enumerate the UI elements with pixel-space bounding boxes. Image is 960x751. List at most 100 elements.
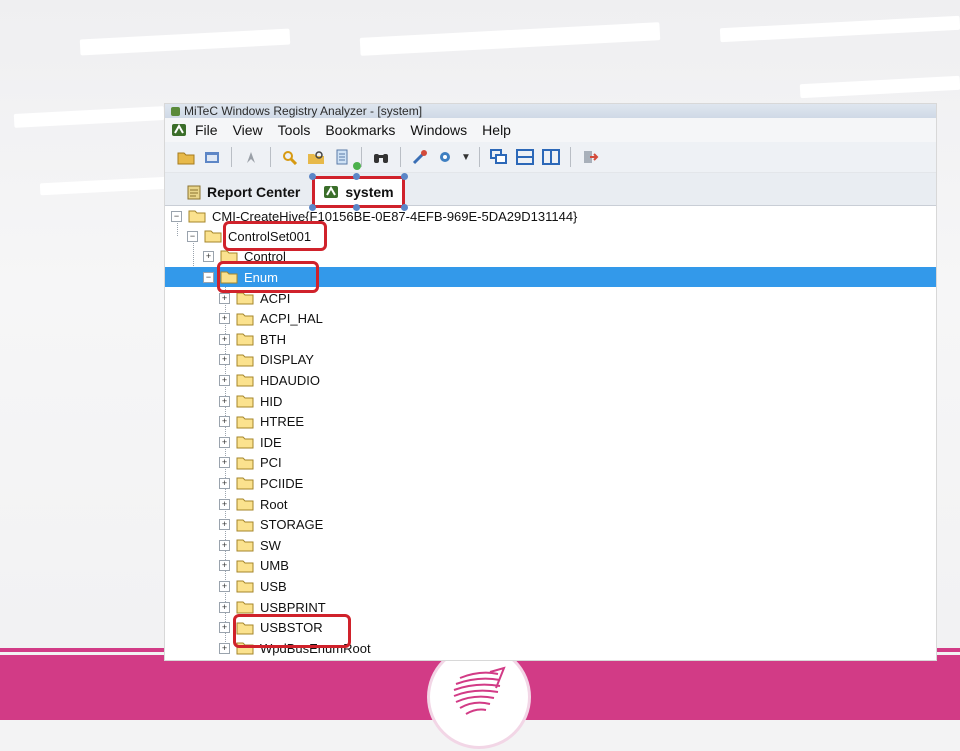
tree-node-enum-child[interactable]: + ACPI_HAL [219,309,323,329]
resize-handle [400,173,408,180]
tab-system[interactable]: system [309,162,408,211]
tree-node-enum-child[interactable]: + USBPRINT [219,597,326,617]
binoculars-icon[interactable] [370,146,392,168]
tile-vertical-icon[interactable] [540,146,562,168]
menu-bookmarks[interactable]: Bookmarks [325,122,395,138]
tree-node-enum-child[interactable]: + Root [219,494,287,514]
tree-node-enum-child[interactable]: + PCIIDE [219,473,303,493]
open-folder-icon[interactable] [175,146,197,168]
tree-node-label: DISPLAY [260,352,314,368]
document-icon[interactable] [331,146,353,168]
expand-icon[interactable]: + [219,601,230,613]
toolbar-separator [361,147,362,167]
expand-icon[interactable]: + [219,354,230,366]
expand-icon[interactable]: + [219,498,230,510]
tile-horizontal-icon[interactable] [514,146,536,168]
tree-node-enum-child[interactable]: + SW [219,535,281,555]
menu-tools[interactable]: Tools [278,122,311,138]
window-icon[interactable] [201,146,223,168]
tree-node-label: USBSTOR [260,620,323,636]
tree-node-enum-child[interactable]: + HID [219,391,282,411]
tree-node-controlset001[interactable]: − ControlSet001 [187,226,311,246]
folder-icon [236,622,254,635]
tree-node-enum-child[interactable]: + HTREE [219,412,304,432]
tree-node-enum-child[interactable]: + UMB [219,556,289,576]
search-icon[interactable] [279,146,301,168]
expand-icon[interactable]: + [219,477,230,489]
resize-handle [353,173,361,180]
collapse-icon[interactable]: − [171,210,182,222]
tree-node-enum-child[interactable]: + STORAGE [219,515,323,535]
tab-label: system [345,184,394,200]
tree-node-label: ACPI [260,290,291,306]
expand-icon[interactable]: + [219,313,230,325]
tree-node-enum-child[interactable]: + USBSTOR [219,618,323,638]
menu-file[interactable]: File [195,122,218,138]
find-folder-icon[interactable] [305,146,327,168]
expand-icon[interactable]: + [219,395,230,407]
expand-icon[interactable]: + [219,560,230,572]
menu-windows[interactable]: Windows [410,122,467,138]
tree-node-enum-child[interactable]: + BTH [219,329,286,349]
tree-node-label: CMI-CreateHive{F10156BE-0E87-4EFB-969E-5… [212,208,578,224]
tree-node-label: BTH [260,331,286,347]
folder-icon [236,436,254,449]
tree-node-enum-child[interactable]: + ACPI [219,288,290,308]
dropdown-arrow-icon[interactable]: ▼ [461,152,471,163]
app-icon [171,107,180,117]
expand-icon[interactable]: + [219,457,230,469]
folder-open-icon [220,271,238,284]
folder-icon [236,292,254,305]
tree-node-enum-child[interactable]: + USB [219,576,287,596]
toolbar-separator [478,147,480,167]
exit-icon[interactable] [579,146,601,168]
cascade-icon[interactable] [488,146,510,168]
expand-icon[interactable]: + [219,292,230,304]
expand-icon[interactable]: + [219,416,230,428]
tab-label: Report Center [207,184,301,200]
tree-node-enum-child[interactable]: + PCI [219,453,282,473]
tree-node-control[interactable]: + Control [203,246,286,266]
tab-report-center[interactable]: Report Center [179,179,308,205]
expand-icon[interactable]: + [219,519,230,531]
folder-icon [236,642,254,655]
tree-node-label: Enum [244,269,278,285]
menu-help[interactable]: Help [482,122,511,138]
tree-node-label: ControlSet001 [228,228,312,244]
tree-node-label: HDAUDIO [260,372,320,388]
tools-icon[interactable] [409,146,431,168]
toolbar-separator [231,147,232,167]
folder-icon [236,333,254,346]
expand-icon[interactable]: + [219,333,230,345]
folder-icon [236,416,254,429]
tree-node-label: PCIIDE [260,475,304,491]
window-title: MiTeC Windows Registry Analyzer - [syste… [184,104,423,118]
expand-icon[interactable]: + [219,436,230,448]
menu-view[interactable]: View [233,122,263,138]
tree-node-enum[interactable]: − Enum [165,267,936,287]
tree-node-label: SW [260,537,281,553]
tree-node-label: USBPRINT [260,599,326,615]
expand-icon[interactable]: + [219,622,230,634]
logo [430,648,528,746]
tree-node-enum-child[interactable]: + WpdBusEnumRoot [219,638,371,658]
folder-icon [236,580,254,593]
folder-open-icon [204,230,222,243]
expand-icon[interactable]: + [219,539,230,551]
expand-icon[interactable]: + [219,642,230,654]
bookmark-icon[interactable] [240,146,262,168]
tree-node-root[interactable]: − CMI-CreateHive{F10156BE-0E87-4EFB-969E… [171,206,577,226]
expand-icon[interactable]: + [219,580,230,592]
folder-icon [236,560,254,573]
tree-node-enum-child[interactable]: + IDE [219,432,282,452]
expand-icon[interactable]: + [219,374,230,386]
folder-icon [236,354,254,367]
settings-gear-icon[interactable] [435,146,457,168]
tree-node-label: STORAGE [260,517,324,533]
expand-icon[interactable]: + [203,250,214,262]
collapse-icon[interactable]: − [187,230,198,242]
collapse-icon[interactable]: − [203,271,214,283]
tree-node-enum-child[interactable]: + HDAUDIO [219,370,320,390]
app-menu-icon[interactable] [171,122,187,138]
tree-node-enum-child[interactable]: + DISPLAY [219,350,314,370]
